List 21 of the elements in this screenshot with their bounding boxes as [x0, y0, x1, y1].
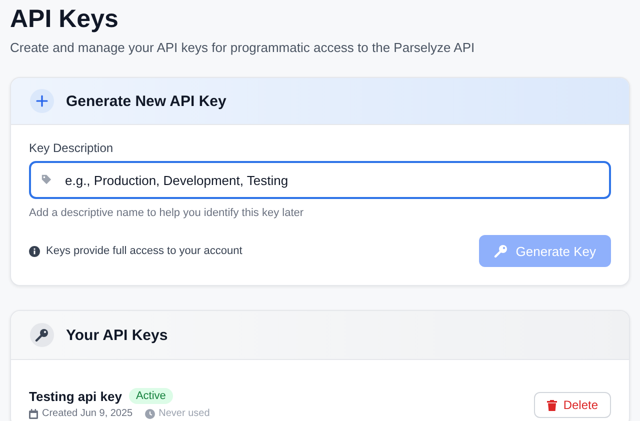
calendar-icon — [29, 408, 38, 418]
key-icon — [494, 244, 508, 258]
page-subtitle: Create and manage your API keys for programmatic access to the Parselyze API — [10, 40, 476, 55]
created-date: Created Jun 9, 2025 — [42, 408, 133, 419]
key-name: Testing api key — [29, 388, 122, 404]
tag-icon — [41, 174, 52, 185]
trash-icon — [547, 400, 558, 410]
card-title: Your API Keys — [66, 326, 168, 344]
status-badge: Active — [128, 388, 173, 404]
delete-button[interactable]: Delete — [534, 392, 611, 418]
access-notice: Keys provide full access to your account — [46, 245, 242, 257]
info-icon — [29, 246, 40, 256]
field-hint: Add a descriptive name to help you identify this key later — [29, 207, 305, 219]
field-label: Key Description — [29, 141, 114, 155]
last-used: Never used — [158, 408, 210, 419]
card-title: Generate New API Key — [66, 92, 226, 110]
clock-icon — [144, 408, 155, 418]
plus-icon — [36, 95, 48, 107]
description-field[interactable]: e.g., Production, Development, Testing — [29, 161, 611, 199]
key-icon — [35, 328, 49, 342]
page-title: API Keys — [10, 4, 120, 34]
